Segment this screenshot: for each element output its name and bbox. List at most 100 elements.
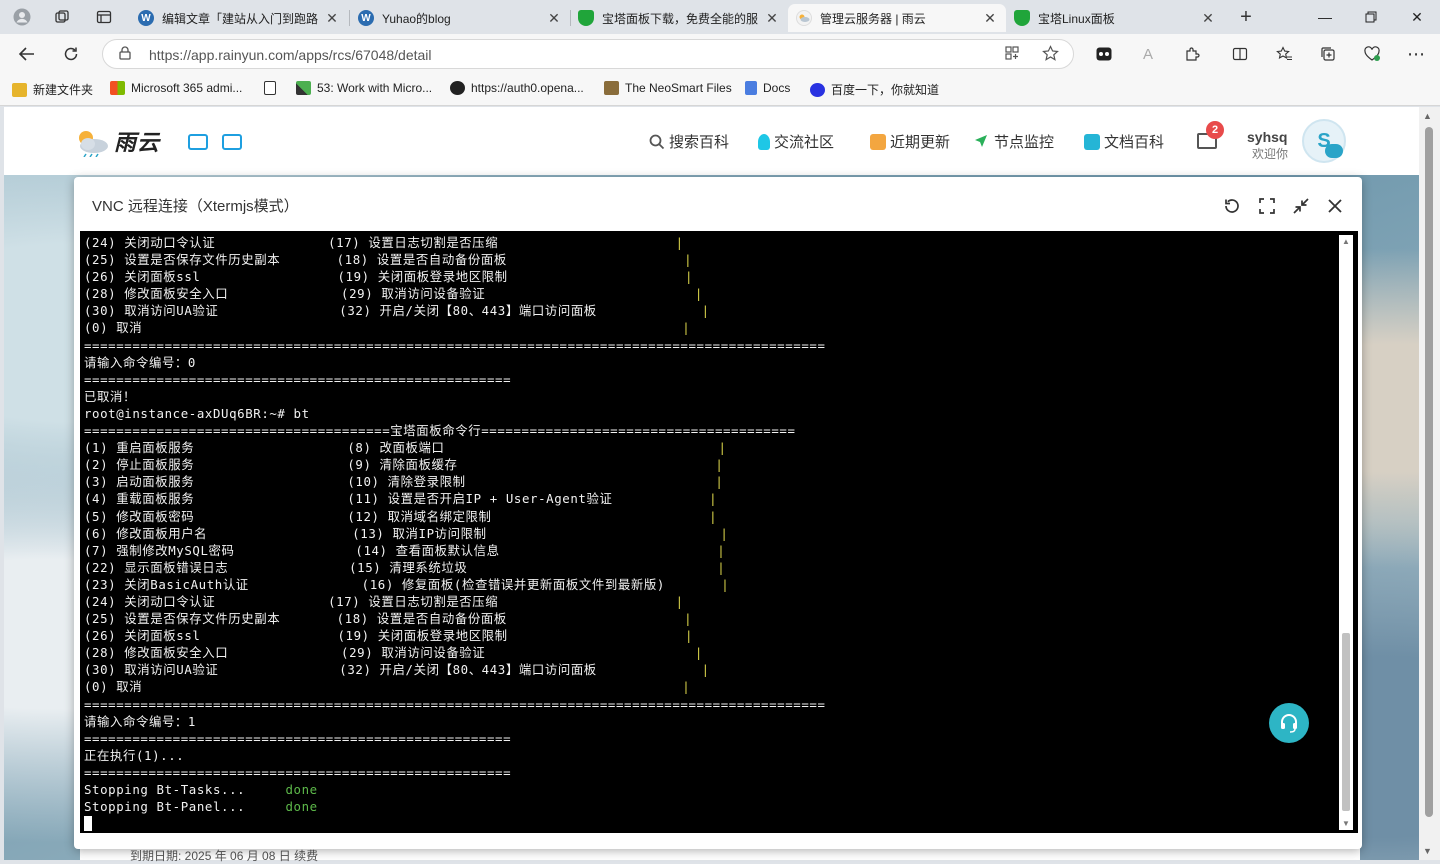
translate-icon[interactable] [222, 134, 242, 150]
url-field[interactable]: https://app.rainyun.com/apps/rcs/67048/d… [102, 39, 1074, 69]
notification-badge: 2 [1206, 121, 1224, 139]
terminal-text: | [694, 286, 703, 302]
bookmark-page[interactable] [264, 81, 282, 95]
rainyun-logo[interactable]: 雨云 [74, 125, 161, 158]
tab-bt-download[interactable]: 宝塔面板下载，免费全能的服 ✕ [570, 4, 788, 32]
bt-shield-icon [578, 10, 594, 26]
terminal-line: (7) 强制修改MySQL密码 (14) 查看面板默认信息 | [84, 542, 826, 559]
bookmark-folder[interactable]: 新建文件夹 [12, 81, 93, 98]
terminal-line: root@instance-axDUq6BR:~# bt [84, 405, 826, 422]
back-icon[interactable] [12, 40, 42, 68]
close-icon[interactable] [1324, 195, 1346, 217]
terminal-line: 正在执行(1)... [84, 747, 826, 764]
terminal-line: (1) 重启面板服务 (8) 改面板端口 | [84, 439, 826, 456]
bookmark-microsoft365[interactable]: Microsoft 365 admi... [110, 81, 242, 95]
nav-node-monitor[interactable]: 节点监控 [974, 131, 1054, 152]
tab-bt-panel[interactable]: 宝塔Linux面板 ✕ [1006, 4, 1224, 32]
scroll-down-icon[interactable]: ▼ [1423, 846, 1432, 856]
headset-icon [1281, 714, 1297, 733]
close-icon[interactable]: ✕ [1200, 10, 1216, 27]
close-icon[interactable]: ✕ [764, 10, 780, 27]
browser-essentials-icon[interactable] [1360, 43, 1384, 65]
window-close-icon[interactable]: ✕ [1394, 4, 1440, 30]
reconnect-icon[interactable] [1221, 195, 1243, 217]
avatar[interactable]: S [1302, 119, 1346, 163]
tab-yuhao-blog[interactable]: W Yuhao的blog ✕ [350, 4, 570, 32]
docs-book-icon [1084, 133, 1100, 150]
refresh-icon[interactable] [56, 40, 86, 68]
terminal-line: 请输入命令编号：0 [84, 354, 826, 371]
terminal[interactable]: (24) 关闭动口令认证 (17) 设置日志切割是否压缩 | (25) 设置是否保… [80, 231, 1358, 833]
terminal-line: 请输入命令编号：1 [84, 713, 826, 730]
workspaces-icon[interactable] [48, 4, 76, 30]
restore-icon[interactable] [1348, 4, 1394, 30]
page-scrollbar[interactable]: ▲ ▼ [1419, 107, 1440, 860]
close-icon[interactable]: ✕ [546, 10, 562, 27]
nav-search-wiki[interactable]: 搜索百科 [649, 131, 729, 152]
bookmark-auth0-openai[interactable]: https://auth0.opena... [450, 81, 584, 95]
scrollbar-thumb[interactable] [1342, 633, 1350, 811]
customer-support-button[interactable] [1269, 703, 1309, 743]
read-aloud-icon[interactable]: A [1136, 43, 1160, 65]
terminal-text: | [715, 457, 724, 473]
terminal-text: | [709, 508, 718, 524]
bookmark-baidu[interactable]: 百度一下，你就知道 [810, 81, 939, 98]
favorite-star-icon[interactable] [1042, 45, 1059, 66]
terminal-text: | [694, 645, 703, 661]
new-tab-icon[interactable]: + [1232, 4, 1260, 30]
terminal-text: Stopping Bt-Panel... [84, 799, 286, 815]
profile-icon[interactable] [8, 4, 36, 30]
split-screen-icon[interactable] [1228, 43, 1252, 65]
vnc-modal: VNC 远程连接（Xtermjs模式） (24) 关闭动口令认证 (17) 设置… [74, 177, 1362, 849]
tab-title: 管理云服务器 | 雨云 [820, 11, 926, 26]
user-name[interactable]: syhsq [1247, 129, 1287, 145]
scroll-up-icon[interactable]: ▲ [1342, 237, 1350, 246]
terminal-text: (22) 显示面板错误日志 (15) 清理系统垃圾 [84, 559, 718, 575]
scroll-up-icon[interactable]: ▲ [1423, 111, 1432, 121]
close-icon[interactable]: ✕ [982, 10, 998, 27]
lock-icon[interactable] [119, 46, 131, 63]
vertical-tabs-icon[interactable] [90, 4, 118, 30]
terminal-text: | [717, 542, 726, 558]
close-icon[interactable]: ✕ [324, 10, 340, 27]
favorites-icon[interactable] [1272, 43, 1296, 65]
terminal-line: ========================================… [84, 696, 826, 713]
extension-dark-icon[interactable] [1092, 43, 1116, 65]
terminal-text: ========================================… [84, 337, 826, 353]
terminal-scrollbar[interactable]: ▲ ▼ [1339, 235, 1353, 830]
terminal-text: (0) 取消 [84, 679, 683, 695]
terminal-line: (28) 修改面板安全入口 (29) 取消访问设备验证 | [84, 644, 826, 661]
shrink-icon[interactable] [1290, 195, 1312, 217]
terminal-text: | [684, 628, 694, 644]
scroll-down-icon[interactable]: ▼ [1342, 819, 1350, 828]
minimize-icon[interactable]: — [1302, 4, 1348, 30]
terminal-text: | [684, 611, 693, 627]
app-available-icon[interactable] [1004, 45, 1020, 66]
terminal-text: | [682, 679, 691, 695]
nav-docs-wiki[interactable]: 文档百科 [1084, 131, 1164, 152]
nav-community[interactable]: 交流社区 [758, 131, 834, 152]
terminal-cursor [84, 816, 92, 832]
nav-updates[interactable]: 近期更新 [870, 131, 950, 152]
bookmark-label: Docs [763, 81, 791, 95]
terminal-line: ========================================… [84, 337, 826, 354]
wordpress-icon: W [358, 10, 374, 26]
tab-rainyun-server[interactable]: 管理云服务器 | 雨云 ✕ [788, 4, 1006, 32]
fullscreen-icon[interactable] [1256, 195, 1278, 217]
extensions-puzzle-icon[interactable] [1180, 43, 1204, 65]
terminal-line: (24) 关闭动口令认证 (17) 设置日志切割是否压缩 | [84, 234, 826, 251]
microsoft-icon [110, 81, 125, 95]
tab-edit-article[interactable]: W 编辑文章「建站从入门到跑路 ✕ [130, 4, 348, 32]
terminal-text: | [709, 491, 718, 507]
bookmark-neosmart[interactable]: The NeoSmart Files [604, 81, 732, 95]
image-icon[interactable] [188, 134, 208, 150]
bookmark-docs[interactable]: Docs [745, 81, 790, 95]
collections-icon[interactable] [1316, 43, 1340, 65]
scrollbar-thumb[interactable] [1425, 127, 1433, 817]
more-menu-icon[interactable]: ⋯ [1404, 43, 1428, 65]
nav-label: 近期更新 [890, 134, 951, 151]
logo-text: 雨云 [114, 130, 161, 155]
nav-label: 节点监控 [994, 134, 1055, 151]
terminal-line: Stopping Bt-Tasks... done [84, 781, 826, 798]
bookmark-work-with-micro[interactable]: 53: Work with Micro... [296, 81, 432, 95]
